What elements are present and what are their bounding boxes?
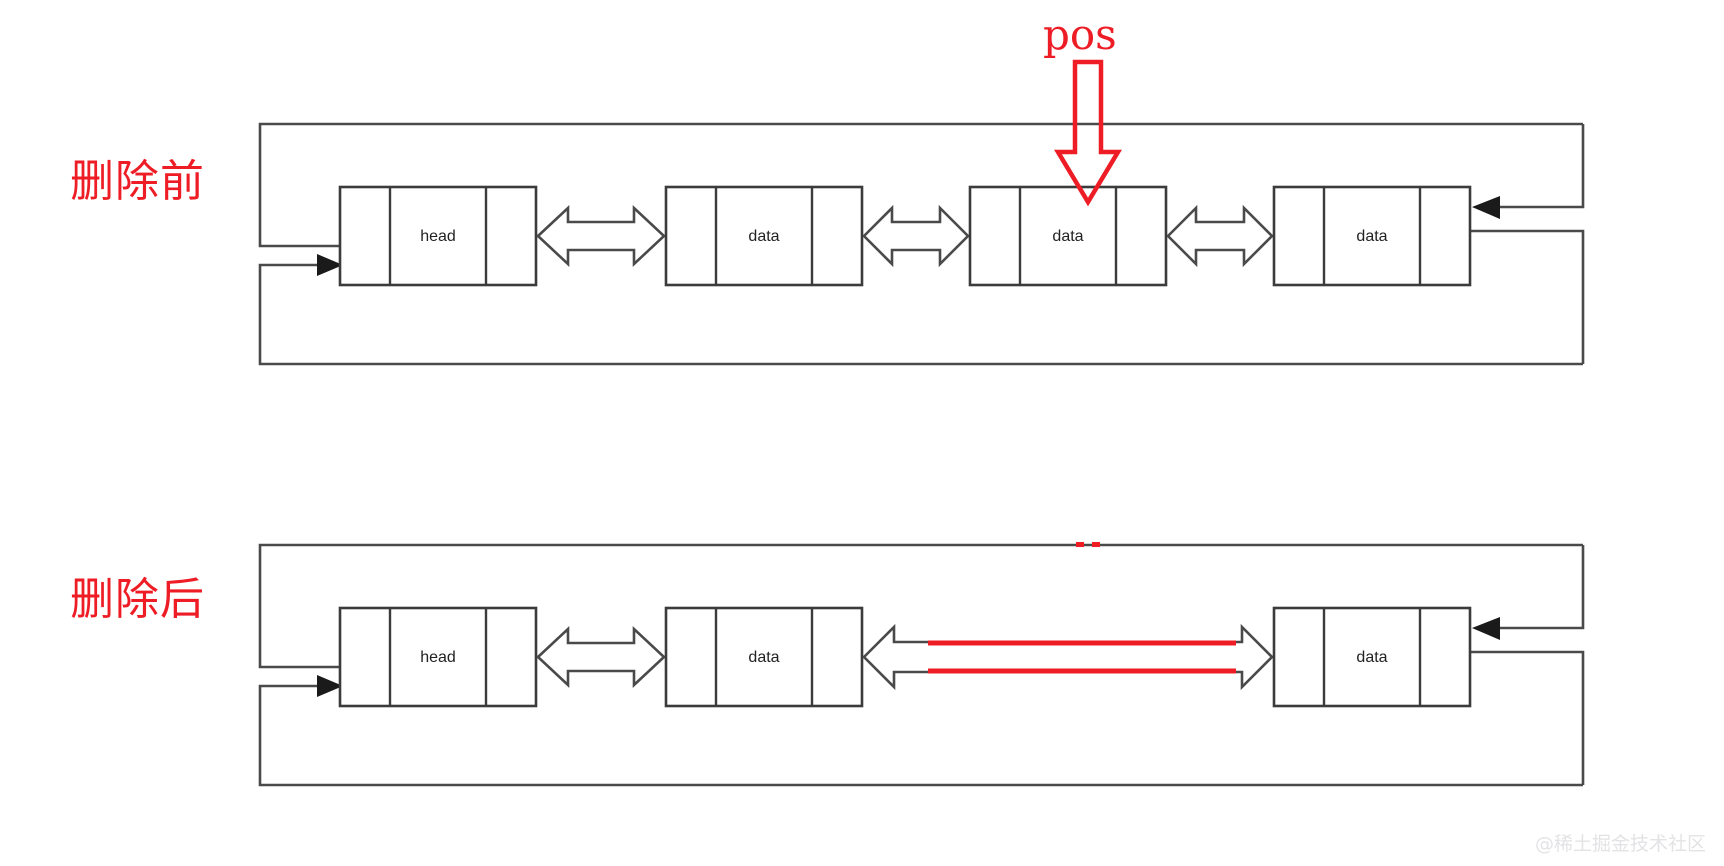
diagram-canvas: head data data data head data data — [258, 59, 1585, 787]
node-label: head — [420, 649, 456, 666]
double-headed-arrow-icon — [1166, 204, 1274, 268]
double-headed-arrow-icon — [862, 204, 970, 268]
double-headed-arrow-icon — [862, 623, 1274, 691]
node-head-before: head — [338, 185, 538, 287]
node-label: data — [748, 228, 779, 245]
watermark: @稀土掘金技术社区 — [1534, 833, 1706, 855]
wrap-connector-bottom-right-after — [1470, 650, 1585, 785]
double-headed-arrow-icon — [536, 205, 666, 267]
node-data2-before: data — [968, 185, 1168, 287]
link-data1-data2 — [862, 204, 970, 268]
wrap-connector-top-right-before — [1490, 124, 1585, 209]
node-head-after: head — [338, 606, 538, 708]
node-label: data — [1356, 228, 1387, 245]
link-head-data1 — [536, 205, 666, 267]
linked-list-diagram: head data data data head data data 删除前 删… — [0, 0, 1724, 866]
link-head-data1-after — [536, 626, 666, 688]
link-data2-data3 — [1166, 204, 1274, 268]
node-label: data — [1052, 228, 1083, 245]
wrap-connector-top-right-after — [1490, 545, 1585, 630]
diagram-before-deletion: head data data data — [258, 59, 1585, 366]
section-label-before: 删除前 — [70, 156, 205, 207]
node-data1-before: data — [664, 185, 864, 287]
section-label-after: 删除后 — [70, 574, 205, 625]
node-label: data — [1356, 649, 1387, 666]
removed-node-marker-left — [1076, 542, 1084, 547]
pos-pointer-group — [1054, 59, 1122, 207]
wrap-connector-bottom-right-before — [1470, 229, 1585, 364]
down-arrow-icon — [1054, 59, 1122, 207]
node-data3-after: data — [1272, 606, 1472, 708]
node-label: data — [748, 649, 779, 666]
wrap-arrowhead-right-before — [1472, 196, 1500, 219]
node-data1-after: data — [664, 606, 864, 708]
wrap-arrowhead-right-after — [1472, 617, 1500, 640]
removed-node-marker-right — [1092, 542, 1100, 547]
pos-label: pos — [1043, 10, 1117, 59]
node-data3-before: data — [1272, 185, 1472, 287]
node-label: head — [420, 228, 456, 245]
diagram-after-deletion: head data data — [258, 542, 1585, 787]
double-headed-arrow-icon — [536, 626, 666, 688]
link-data1-data3-after — [862, 623, 1274, 691]
